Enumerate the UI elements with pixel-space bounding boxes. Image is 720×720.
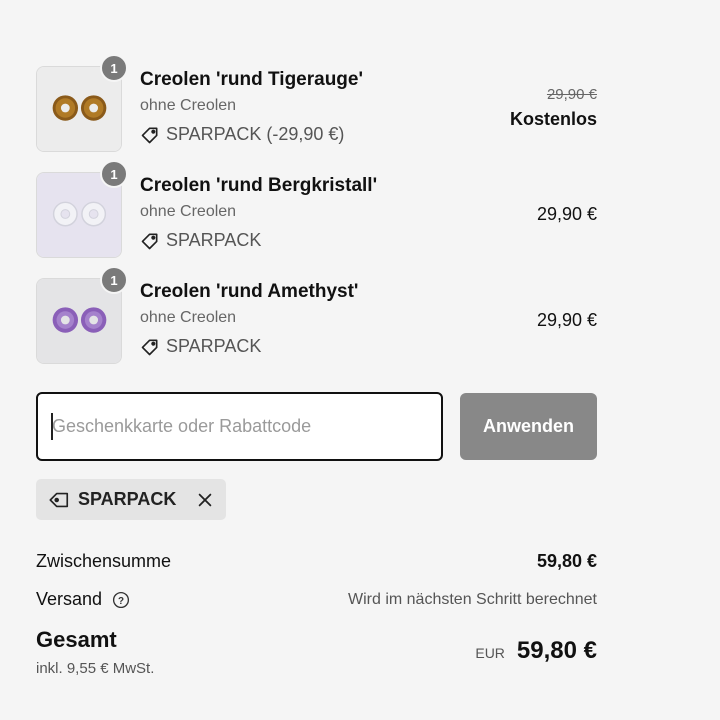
tag-icon bbox=[141, 127, 158, 143]
discount-label: SPARPACK bbox=[166, 336, 262, 356]
total-value: EUR 59,80 € bbox=[475, 637, 597, 665]
item-discount: SPARPACK (-29,90 €) bbox=[140, 124, 344, 145]
item-discount: SPARPACK bbox=[140, 336, 261, 357]
product-title: Creolen 'rund Bergkristall' bbox=[140, 175, 378, 196]
original-price: 29,90 € bbox=[546, 86, 597, 103]
applied-discount-chip: SPARPACK bbox=[36, 479, 227, 520]
tag-icon bbox=[141, 339, 158, 355]
apply-discount-button[interactable]: Anwenden bbox=[460, 393, 597, 460]
item-discount: SPARPACK bbox=[140, 230, 261, 251]
help-circle-icon[interactable]: ? bbox=[112, 591, 130, 609]
shipping-row: Versand ? bbox=[36, 589, 130, 610]
close-icon[interactable] bbox=[196, 491, 214, 509]
product-title: Creolen 'rund Amethyst' bbox=[140, 281, 359, 302]
subtotal-value: 59,80 € bbox=[536, 551, 597, 571]
price-block: 29,90 € Kostenlos bbox=[510, 86, 597, 130]
final-price: 29,90 € bbox=[536, 204, 597, 224]
shipping-label: Versand bbox=[36, 589, 103, 609]
applied-discount-code: SPARPACK bbox=[78, 489, 177, 509]
total-label: Gesamt bbox=[36, 627, 117, 652]
cart-item: 1 Creolen 'rund Amethyst' ohne Creolen S… bbox=[36, 266, 597, 364]
product-title: Creolen 'rund Tigerauge' bbox=[140, 69, 363, 90]
discount-label: SPARPACK (-29,90 €) bbox=[166, 124, 345, 144]
cart-item: 1 Creolen 'rund Tigerauge' ohne Creolen … bbox=[36, 54, 597, 152]
discount-label: SPARPACK bbox=[166, 230, 262, 250]
quantity-badge: 1 bbox=[100, 54, 128, 82]
currency-code: EUR bbox=[475, 645, 505, 661]
text-cursor bbox=[51, 413, 53, 440]
total-amount: 59,80 € bbox=[516, 637, 597, 664]
final-price: 29,90 € bbox=[536, 310, 597, 330]
subtotal-label: Zwischensumme bbox=[36, 551, 172, 571]
quantity-badge: 1 bbox=[100, 160, 128, 188]
product-variant: ohne Creolen bbox=[140, 309, 237, 326]
quantity-badge: 1 bbox=[100, 266, 128, 294]
tax-note: inkl. 9,55 € MwSt. bbox=[36, 660, 155, 677]
cart-item: 1 Creolen 'rund Bergkristall' ohne Creol… bbox=[36, 160, 597, 258]
shipping-value: Wird im nächsten Schritt berechnet bbox=[348, 591, 597, 608]
product-variant: ohne Creolen bbox=[140, 203, 237, 220]
final-price: Kostenlos bbox=[509, 109, 597, 129]
svg-text:?: ? bbox=[118, 595, 124, 606]
product-variant: ohne Creolen bbox=[140, 97, 237, 114]
tag-icon bbox=[49, 492, 69, 507]
tag-icon bbox=[141, 233, 158, 249]
discount-code-input[interactable] bbox=[36, 392, 443, 461]
